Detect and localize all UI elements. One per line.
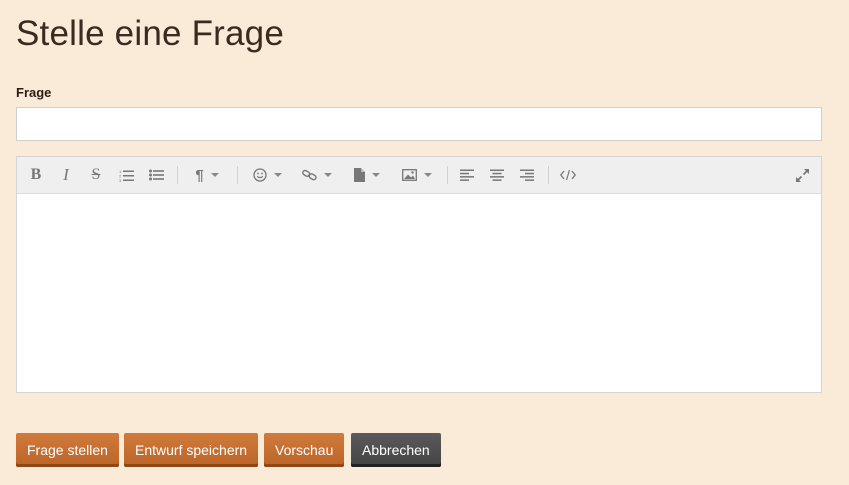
question-input[interactable] bbox=[16, 107, 822, 141]
chevron-down-icon bbox=[210, 173, 219, 177]
page-title: Stelle eine Frage bbox=[16, 14, 285, 53]
chevron-down-icon bbox=[324, 173, 332, 177]
cancel-button[interactable]: Abbrechen bbox=[351, 433, 441, 467]
submit-question-button[interactable]: Frage stellen bbox=[16, 433, 119, 467]
align-right-icon[interactable] bbox=[517, 157, 537, 193]
align-center-icon[interactable] bbox=[487, 157, 507, 193]
strikethrough-icon[interactable]: S bbox=[86, 157, 106, 193]
editor-toolbar: B I S 1 2 3 ¶ bbox=[17, 157, 821, 194]
fullscreen-icon[interactable] bbox=[791, 157, 813, 193]
unordered-list-icon[interactable] bbox=[146, 157, 166, 193]
toolbar-separator bbox=[177, 166, 178, 184]
paragraph-icon[interactable]: ¶ bbox=[189, 157, 225, 193]
align-left-icon[interactable] bbox=[457, 157, 477, 193]
rich-text-editor: B I S 1 2 3 ¶ bbox=[16, 156, 822, 393]
editor-content-area[interactable] bbox=[17, 194, 821, 392]
chevron-down-icon bbox=[273, 173, 282, 177]
bold-icon[interactable]: B bbox=[26, 157, 46, 193]
emoji-icon[interactable] bbox=[249, 157, 285, 193]
svg-text:3: 3 bbox=[119, 178, 122, 182]
file-icon[interactable] bbox=[349, 157, 385, 193]
italic-icon[interactable]: I bbox=[56, 157, 76, 193]
ordered-list-icon[interactable]: 1 2 3 bbox=[116, 157, 136, 193]
save-draft-button[interactable]: Entwurf speichern bbox=[124, 433, 259, 467]
image-icon[interactable] bbox=[398, 157, 436, 193]
question-label: Frage bbox=[16, 85, 52, 100]
chevron-down-icon bbox=[372, 173, 380, 177]
toolbar-separator bbox=[447, 166, 448, 184]
chevron-down-icon bbox=[424, 173, 432, 177]
code-view-icon[interactable] bbox=[558, 157, 578, 193]
link-icon[interactable] bbox=[299, 157, 335, 193]
toolbar-separator bbox=[237, 166, 238, 184]
preview-button[interactable]: Vorschau bbox=[264, 433, 345, 467]
toolbar-separator bbox=[548, 166, 549, 184]
